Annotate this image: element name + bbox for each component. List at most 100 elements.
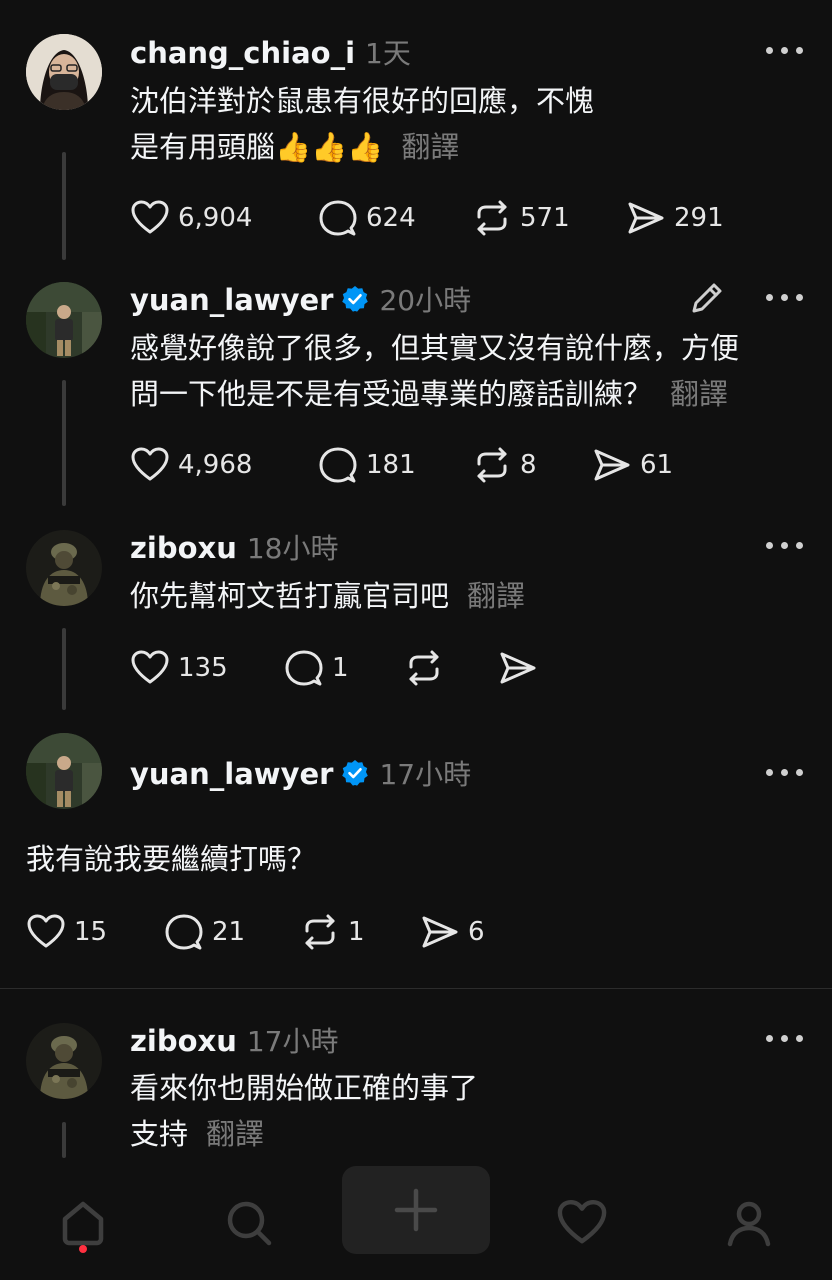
post-text-line: 我有說我要繼續打嗎？ xyxy=(26,842,317,876)
repost-button[interactable]: 8 xyxy=(472,445,537,485)
avatar[interactable] xyxy=(26,34,102,110)
username[interactable]: yuan_lawyer 17小時 xyxy=(130,753,471,793)
repost-button[interactable] xyxy=(404,648,444,688)
avatar[interactable] xyxy=(26,530,102,606)
create-button[interactable] xyxy=(342,1166,490,1254)
post-text: 感覺好像說了很多，但其實又沒有說什麼，方便 問一下他是不是有受過專業的廢話訓練？… xyxy=(130,325,739,417)
repost-icon xyxy=(472,445,512,485)
post-text: 你先幫柯文哲打贏官司吧 翻譯 xyxy=(130,573,525,619)
avatar[interactable] xyxy=(26,733,102,809)
heart-icon xyxy=(26,912,66,952)
more-options-icon[interactable] xyxy=(766,292,804,302)
reply-icon xyxy=(318,198,358,238)
post-text-line: 你先幫柯文哲打贏官司吧 xyxy=(130,579,450,613)
post-text: 我有說我要繼續打嗎？ xyxy=(26,836,316,882)
more-options-icon[interactable] xyxy=(766,45,804,55)
repost-icon xyxy=(300,912,340,952)
username-text[interactable]: ziboxu xyxy=(130,1024,237,1058)
more-options-icon[interactable] xyxy=(766,1033,804,1043)
post-text-line: 看來你也開始做正確的事了 xyxy=(130,1071,479,1105)
post-text-line: 問一下他是不是有受過專業的廢話訓練？ xyxy=(130,377,653,411)
heart-icon xyxy=(130,648,170,688)
username-text[interactable]: ziboxu xyxy=(130,531,237,565)
username[interactable]: ziboxu 17小時 xyxy=(130,1020,339,1060)
share-icon xyxy=(626,198,666,238)
username-text[interactable]: chang_chiao_i xyxy=(130,36,355,70)
post-text: 沈伯洋對於鼠患有很好的回應，不愧 是有用頭腦👍👍👍 翻譯 xyxy=(130,78,594,170)
translate-link[interactable]: 翻譯 xyxy=(401,130,459,164)
share-button[interactable]: 6 xyxy=(420,912,485,952)
like-count: 15 xyxy=(74,917,108,947)
reply-count: 181 xyxy=(366,450,416,480)
heart-icon xyxy=(130,445,170,485)
like-button[interactable]: 6,904 xyxy=(130,198,252,238)
reply-count: 624 xyxy=(366,203,416,233)
post-text-line: 沈伯洋對於鼠患有很好的回應，不愧 xyxy=(130,84,595,118)
search-icon[interactable] xyxy=(204,1178,294,1268)
like-count: 135 xyxy=(178,653,228,683)
translate-link[interactable]: 翻譯 xyxy=(670,377,728,411)
reply-icon xyxy=(318,445,358,485)
activity-heart-icon[interactable] xyxy=(537,1178,627,1268)
like-button[interactable]: 15 xyxy=(26,912,107,952)
share-count: 291 xyxy=(674,203,724,233)
username[interactable]: chang_chiao_i 1天 xyxy=(130,32,411,72)
thread-line xyxy=(62,628,66,710)
share-count: 61 xyxy=(640,450,674,480)
reply-count: 21 xyxy=(212,917,246,947)
repost-button[interactable]: 571 xyxy=(472,198,570,238)
share-button[interactable]: 291 xyxy=(626,198,724,238)
post-time: 1天 xyxy=(365,37,411,70)
avatar[interactable] xyxy=(26,282,102,358)
verified-badge-icon xyxy=(341,285,369,313)
username-text[interactable]: yuan_lawyer xyxy=(130,283,333,317)
thread-line xyxy=(62,1122,66,1158)
post-text-line: 是有用頭腦👍👍👍 xyxy=(130,130,384,164)
more-options-icon[interactable] xyxy=(766,767,804,777)
divider xyxy=(0,988,832,989)
share-button[interactable]: 61 xyxy=(592,445,673,485)
username-text[interactable]: yuan_lawyer xyxy=(130,757,333,791)
home-icon[interactable] xyxy=(38,1178,128,1268)
create-icon xyxy=(394,1188,438,1232)
username[interactable]: yuan_lawyer 20小時 xyxy=(130,279,471,319)
reply-icon xyxy=(284,648,324,688)
reply-button[interactable]: 1 xyxy=(284,648,349,688)
share-icon xyxy=(592,445,632,485)
username[interactable]: ziboxu 18小時 xyxy=(130,527,339,567)
share-count: 6 xyxy=(468,917,485,947)
repost-count: 1 xyxy=(348,917,365,947)
share-icon xyxy=(498,648,538,688)
edit-pencil-icon[interactable] xyxy=(688,279,726,317)
post-text-line: 支持 xyxy=(130,1117,189,1151)
post-text-line: 感覺好像說了很多，但其實又沒有說什麼，方便 xyxy=(130,331,740,365)
reply-button[interactable]: 624 xyxy=(318,198,416,238)
like-button[interactable]: 4,968 xyxy=(130,445,252,485)
like-count: 4,968 xyxy=(178,450,253,480)
like-button[interactable]: 135 xyxy=(130,648,228,688)
post-time: 17小時 xyxy=(379,758,472,791)
repost-count: 8 xyxy=(520,450,537,480)
repost-count: 571 xyxy=(520,203,570,233)
thread-line xyxy=(62,152,66,260)
post-time: 17小時 xyxy=(246,1025,339,1058)
post-text: 看來你也開始做正確的事了 支持 翻譯 xyxy=(130,1065,478,1157)
like-count: 6,904 xyxy=(178,203,253,233)
repost-button[interactable]: 1 xyxy=(300,912,365,952)
profile-icon[interactable] xyxy=(704,1178,794,1268)
bottom-nav xyxy=(0,1160,832,1280)
translate-link[interactable]: 翻譯 xyxy=(206,1117,264,1151)
home-notification-dot xyxy=(79,1245,87,1253)
translate-link[interactable]: 翻譯 xyxy=(467,579,525,613)
reply-button[interactable]: 21 xyxy=(164,912,245,952)
share-button[interactable] xyxy=(498,648,538,688)
more-options-icon[interactable] xyxy=(766,540,804,550)
heart-icon xyxy=(130,198,170,238)
reply-button[interactable]: 181 xyxy=(318,445,416,485)
thread-line xyxy=(62,380,66,506)
reply-icon xyxy=(164,912,204,952)
share-icon xyxy=(420,912,460,952)
post-time: 20小時 xyxy=(379,284,472,317)
avatar[interactable] xyxy=(26,1023,102,1099)
verified-badge-icon xyxy=(341,759,369,787)
